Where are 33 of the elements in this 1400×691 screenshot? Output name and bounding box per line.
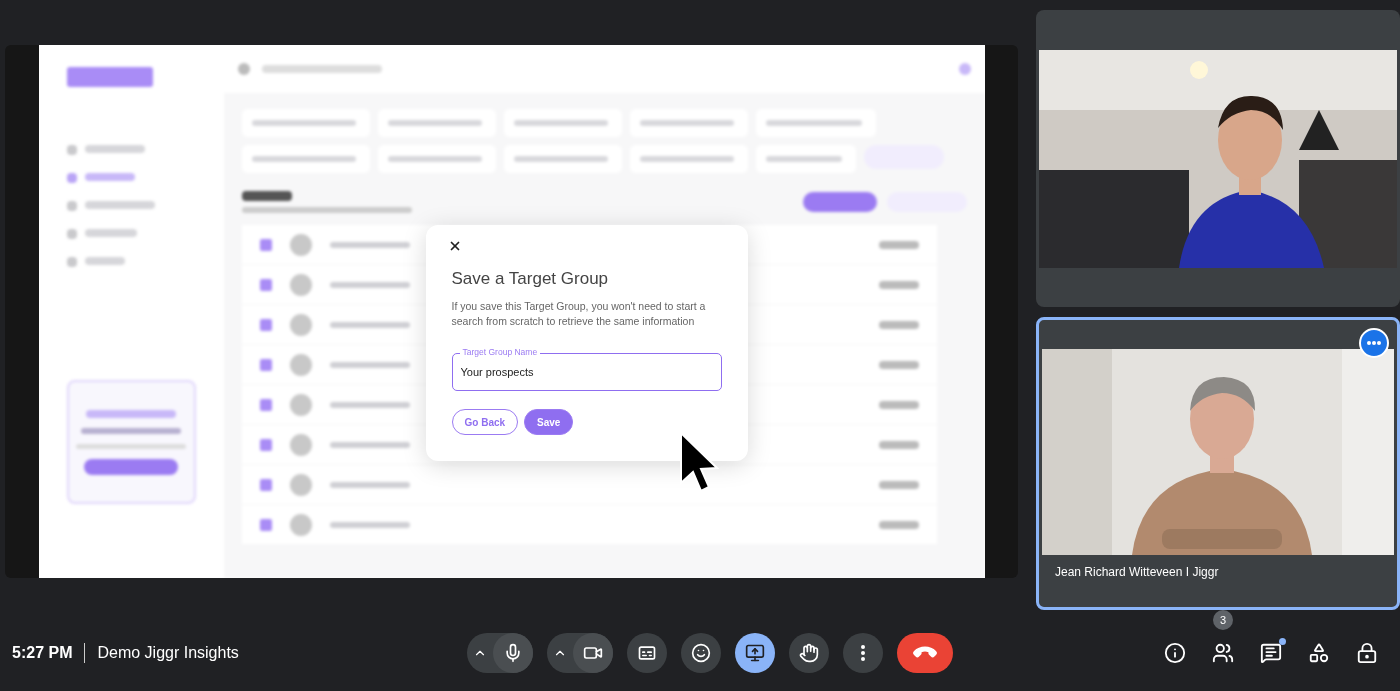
- reaction-button[interactable]: [680, 633, 721, 673]
- save-button[interactable]: Save: [524, 409, 574, 435]
- ellipsis-icon: [1367, 341, 1381, 345]
- chat-button[interactable]: [1258, 640, 1284, 666]
- lock-icon: [1356, 642, 1378, 664]
- field-label: Target Group Name: [459, 347, 541, 358]
- dialog-description: If you save this Target Group, you won't need to start a search from scratch to retrieve the same information: [451, 299, 707, 329]
- dialog-title: Save a Target Group: [451, 269, 610, 289]
- more-icon: [860, 645, 865, 661]
- raise-hand-button[interactable]: [788, 633, 829, 673]
- info-icon: [1164, 642, 1186, 664]
- leave-call-button[interactable]: [896, 633, 953, 673]
- captions-icon: [636, 643, 657, 663]
- present-button[interactable]: [734, 633, 775, 673]
- info-button[interactable]: [1162, 640, 1188, 666]
- participant-name: Jean Richard Witteveen I Jiggr: [1055, 564, 1220, 579]
- video-tile[interactable]: [1036, 10, 1400, 307]
- microphone-button[interactable]: [492, 633, 533, 673]
- shapes-icon: [1308, 642, 1330, 664]
- more-options-button[interactable]: [842, 633, 883, 673]
- people-icon: [1212, 642, 1234, 664]
- more-options-button[interactable]: [1359, 328, 1389, 358]
- camera-button[interactable]: [572, 633, 613, 673]
- chat-icon: [1260, 642, 1282, 664]
- participant-count-badge: 3: [1213, 610, 1233, 630]
- video-tile[interactable]: Jean Richard Witteveen I Jiggr: [1036, 317, 1400, 610]
- smiley-icon: [690, 643, 711, 663]
- present-screen-icon: [744, 643, 765, 663]
- captions-button[interactable]: [626, 633, 667, 673]
- meeting-title: Demo Jiggr Insights: [97, 644, 239, 662]
- meeting-time: 5:27 PM: [12, 644, 73, 662]
- go-back-button[interactable]: Go Back: [451, 409, 519, 435]
- hand-icon: [798, 643, 819, 663]
